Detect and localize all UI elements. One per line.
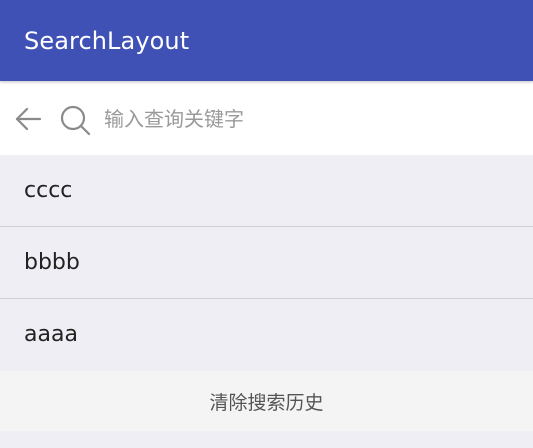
history-item-label: cccc xyxy=(24,178,73,203)
search-icon xyxy=(60,105,91,136)
search-bar xyxy=(0,81,533,155)
arrow-left-icon[interactable] xyxy=(14,105,42,133)
history-item-label: bbbb xyxy=(24,250,80,275)
app-title: SearchLayout xyxy=(24,27,190,55)
clear-history-label: 清除搜索历史 xyxy=(209,391,324,414)
bottom-spacer xyxy=(0,431,533,448)
history-item[interactable]: bbbb xyxy=(0,227,533,299)
history-item-label: aaaa xyxy=(24,322,78,347)
clear-history-button[interactable]: 清除搜索历史 xyxy=(0,371,533,431)
search-history-list: cccc bbbb aaaa xyxy=(0,155,533,370)
app-bar: SearchLayout xyxy=(0,0,533,81)
history-item[interactable]: aaaa xyxy=(0,299,533,370)
history-item[interactable]: cccc xyxy=(0,155,533,227)
search-input[interactable] xyxy=(104,101,514,137)
